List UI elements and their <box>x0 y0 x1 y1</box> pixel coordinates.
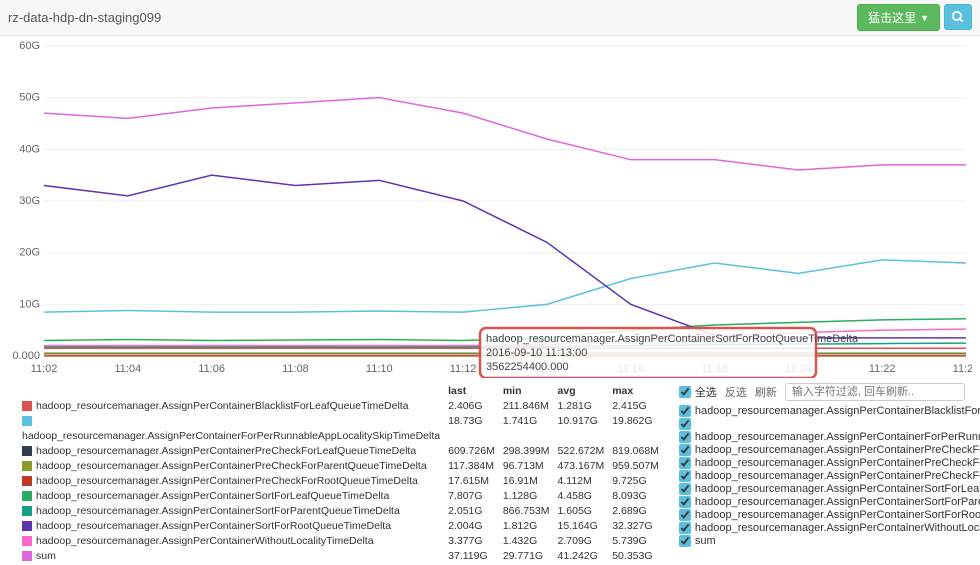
svg-text:3562254400.000: 3562254400.000 <box>486 361 569 373</box>
metric-checkbox[interactable]: hadoop_resourcemanager.AssignPerContaine… <box>679 483 980 495</box>
filter-input[interactable] <box>785 383 965 401</box>
metric-checkbox[interactable] <box>679 418 980 430</box>
page-title: rz-data-hdp-dn-staging099 <box>8 10 161 25</box>
controls-column: 全选 反选 刷新 hadoop_resourcemanager.AssignPe… <box>679 383 980 565</box>
search-icon <box>951 10 965 24</box>
table-row: hadoop_resourcemanager.AssignPerContaine… <box>22 475 665 488</box>
stats-table: lastminavgmaxhadoop_resourcemanager.Assi… <box>20 383 667 565</box>
svg-text:11:22: 11:22 <box>869 363 896 375</box>
svg-text:hadoop_resourcemanager.AssignP: hadoop_resourcemanager.AssignPerContaine… <box>486 333 859 345</box>
svg-text:50G: 50G <box>19 92 40 104</box>
table-row: hadoop_resourcemanager.AssignPerContaine… <box>22 460 665 473</box>
table-row: hadoop_resourcemanager.AssignPerContaine… <box>22 520 665 533</box>
table-row: hadoop_resourcemanager.AssignPerContaine… <box>22 535 665 548</box>
metric-checkbox[interactable]: hadoop_resourcemanager.AssignPerContaine… <box>679 496 980 508</box>
refresh-link[interactable]: 刷新 <box>755 384 777 400</box>
chevron-down-icon: ▼ <box>920 13 929 23</box>
action-label: 猛击这里 <box>868 9 916 26</box>
select-all-checkbox[interactable]: 全选 <box>679 384 717 400</box>
table-row: sum37.119G29.771G41.242G50.353G <box>22 550 665 563</box>
table-row: hadoop_resourcemanager.AssignPerContaine… <box>22 490 665 503</box>
svg-text:30G: 30G <box>19 195 40 207</box>
table-row: hadoop_resourcemanager.AssignPerContaine… <box>22 400 665 413</box>
table-row: hadoop_resourcemanager.AssignPerContaine… <box>22 430 665 443</box>
action-dropdown-button[interactable]: 猛击这里 ▼ <box>857 4 940 31</box>
svg-text:2016-09-10 11:13:00: 2016-09-10 11:13:00 <box>486 347 587 359</box>
svg-text:10G: 10G <box>19 298 40 310</box>
metric-checkbox[interactable]: hadoop_resourcemanager.AssignPerContaine… <box>679 522 980 534</box>
control-row: 全选 反选 刷新 <box>679 383 980 401</box>
metric-checkbox[interactable]: sum <box>679 535 980 547</box>
svg-text:11:04: 11:04 <box>114 363 141 375</box>
svg-text:60G: 60G <box>19 40 40 52</box>
svg-text:11:10: 11:10 <box>366 363 393 375</box>
invert-link[interactable]: 反选 <box>725 384 747 400</box>
metric-checkbox[interactable]: hadoop_resourcemanager.AssignPerContaine… <box>679 457 980 469</box>
metric-checkbox[interactable]: hadoop_resourcemanager.AssignPerContaine… <box>679 470 980 482</box>
svg-text:11:06: 11:06 <box>198 363 225 375</box>
metric-checkbox[interactable]: hadoop_resourcemanager.AssignPerContaine… <box>679 509 980 521</box>
metric-checkbox[interactable]: hadoop_resourcemanager.AssignPerContaine… <box>679 431 980 443</box>
chart-area: 0.000 10G 20G 30G 40G 50G 60G 11:02 11:04 11:06 11… <box>0 36 980 381</box>
svg-text:11:12: 11:12 <box>450 363 477 375</box>
svg-text:0.000: 0.000 <box>12 350 40 362</box>
header-actions: 猛击这里 ▼ <box>857 4 972 31</box>
search-button[interactable] <box>944 4 972 30</box>
metric-checkbox-list: hadoop_resourcemanager.AssignPerContaine… <box>679 405 980 547</box>
svg-text:20G: 20G <box>19 247 40 259</box>
metric-checkbox[interactable]: hadoop_resourcemanager.AssignPerContaine… <box>679 405 980 417</box>
svg-text:11:24: 11:24 <box>953 363 972 375</box>
metric-checkbox[interactable]: hadoop_resourcemanager.AssignPerContaine… <box>679 444 980 456</box>
table-row: hadoop_resourcemanager.AssignPerContaine… <box>22 445 665 458</box>
svg-text:11:08: 11:08 <box>282 363 309 375</box>
table-row: 18.73G1.741G10.917G19.862G <box>22 415 665 428</box>
svg-text:40G: 40G <box>19 143 40 155</box>
lower-panel: lastminavgmaxhadoop_resourcemanager.Assi… <box>0 381 980 565</box>
line-chart[interactable]: 0.000 10G 20G 30G 40G 50G 60G 11:02 11:04 11:06 11… <box>8 38 972 378</box>
table-row: hadoop_resourcemanager.AssignPerContaine… <box>22 505 665 518</box>
header: rz-data-hdp-dn-staging099 猛击这里 ▼ <box>0 0 980 36</box>
svg-text:11:02: 11:02 <box>31 363 58 375</box>
